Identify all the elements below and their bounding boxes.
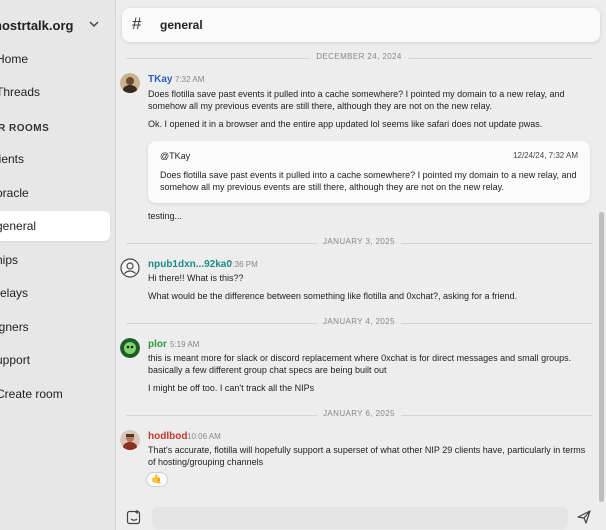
composer xyxy=(116,505,606,530)
quote-author: @TKay xyxy=(160,151,191,161)
message-time: 10:06 AM xyxy=(187,432,221,441)
message-author[interactable]: hodlbod xyxy=(148,431,187,442)
sidebar-item-relays[interactable]: relays xyxy=(0,278,112,308)
compose-icon[interactable] xyxy=(126,509,142,525)
avatar-hodlbod[interactable] xyxy=(120,430,140,450)
date-divider: DECEMBER 24, 2024 xyxy=(126,52,592,64)
message-time: 7:36 PM xyxy=(228,260,258,269)
hash-icon: # xyxy=(132,14,142,33)
date-divider: JANUARY 6, 2025 xyxy=(126,409,592,421)
message-text: Ok. I opened it in a browser and the ent… xyxy=(148,119,543,129)
sidebar: nostrtalk.org Home Threads R ROOMS lient… xyxy=(0,0,116,530)
space-header[interactable]: nostrtalk.org xyxy=(0,12,116,38)
quote-text: Does flotilla save past events it pulled… xyxy=(160,170,577,192)
message-text: That's accurate, flotilla will hopefully… xyxy=(148,445,586,467)
sidebar-item-signers[interactable]: igners xyxy=(0,312,112,342)
send-icon[interactable] xyxy=(577,510,591,524)
sidebar-item-home[interactable]: Home xyxy=(0,44,112,74)
sidebar-item-nips[interactable]: nips xyxy=(0,245,112,275)
reaction-badge[interactable]: 🤙 xyxy=(146,472,168,487)
user-icon xyxy=(120,258,140,278)
avatar-tkay[interactable] xyxy=(120,73,140,93)
space-title: nostrtalk.org xyxy=(0,18,74,33)
message-text: What would be the difference between som… xyxy=(148,291,518,301)
message-text: I might be off too. I can't track all th… xyxy=(148,383,315,393)
message-time: 5:19 AM xyxy=(170,340,200,349)
sidebar-item-support[interactable]: upport xyxy=(0,345,112,375)
date-divider: JANUARY 4, 2025 xyxy=(126,317,592,329)
message-text: testing... xyxy=(148,211,183,221)
message-author[interactable]: plor xyxy=(148,339,167,350)
avatar-plor[interactable] xyxy=(120,338,140,358)
quoted-message[interactable]: @TKay 12/24/24, 7:32 AM Does flotilla sa… xyxy=(148,141,590,203)
message-input[interactable] xyxy=(152,507,568,529)
quote-time: 12/24/24, 7:32 AM xyxy=(513,151,578,160)
sidebar-item-general[interactable]: general xyxy=(0,211,110,241)
avatar-default[interactable] xyxy=(120,258,140,278)
message-author[interactable]: npub1dxn...92ka0 xyxy=(148,259,232,270)
message-text: this is meant more for slack or discord … xyxy=(148,353,572,375)
channel-header: # general xyxy=(122,8,600,42)
message-text: Hi there!! What is this?? xyxy=(148,273,244,283)
chevron-down-icon[interactable] xyxy=(88,18,100,30)
chat-main: # general DECEMBER 24, 2024 TKay 7:32 AM… xyxy=(116,0,606,530)
create-room-button[interactable]: Create room xyxy=(0,379,112,409)
message-time: 7:32 AM xyxy=(175,75,205,84)
scrollbar[interactable] xyxy=(599,212,604,502)
sidebar-item-clients[interactable]: lients xyxy=(0,144,112,174)
sidebar-item-oracle[interactable]: oracle xyxy=(0,178,112,208)
rooms-section-label: R ROOMS xyxy=(0,123,50,134)
date-divider: JANUARY 3, 2025 xyxy=(126,237,592,249)
message-text: Does flotilla save past events it pulled… xyxy=(148,89,565,111)
channel-title: general xyxy=(160,18,203,32)
sidebar-item-threads[interactable]: Threads xyxy=(0,77,112,107)
message-author[interactable]: TKay xyxy=(148,74,172,85)
